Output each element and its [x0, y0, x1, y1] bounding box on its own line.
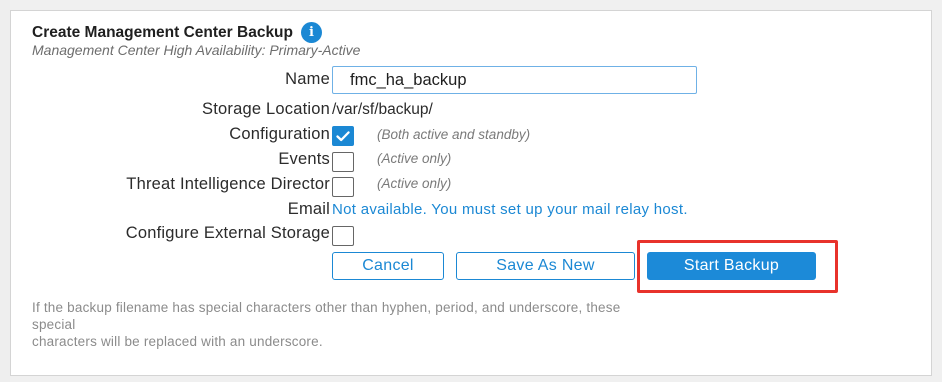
tid-label: Threat Intelligence Director — [126, 175, 330, 193]
name-input[interactable] — [332, 66, 697, 94]
save-as-new-button[interactable]: Save As New — [456, 252, 635, 280]
configuration-checkbox[interactable] — [332, 126, 354, 146]
name-label: Name — [285, 70, 330, 88]
events-label: Events — [278, 150, 330, 168]
email-label: Email — [287, 200, 330, 218]
page-subtitle: Management Center High Availability: Pri… — [32, 42, 361, 58]
cancel-button[interactable]: Cancel — [332, 252, 444, 280]
tid-hint: (Active only) — [377, 176, 452, 191]
page-gutter — [0, 0, 10, 382]
checkmark-icon — [336, 130, 350, 141]
events-checkbox[interactable] — [332, 152, 354, 172]
storage-location-label: Storage Location — [202, 100, 330, 118]
info-icon[interactable]: i — [301, 22, 322, 43]
filename-footnote: If the backup filename has special chara… — [32, 299, 832, 350]
external-storage-label: Configure External Storage — [125, 224, 330, 242]
footnote-line-2: special — [32, 317, 76, 332]
footnote-line-1: If the backup filename has special chara… — [32, 300, 621, 315]
configuration-label: Configuration — [229, 125, 330, 143]
configuration-hint: (Both active and standby) — [377, 127, 531, 142]
footnote-line-3: characters will be replaced with an unde… — [32, 334, 323, 349]
events-hint: (Active only) — [377, 151, 452, 166]
start-backup-highlight — [637, 240, 838, 293]
email-relay-link[interactable]: Not available. You must set up your mail… — [332, 201, 688, 218]
page-title: Create Management Center Backup i — [32, 22, 322, 43]
external-storage-checkbox[interactable] — [332, 226, 354, 246]
storage-location-value: /var/sf/backup/ — [332, 101, 433, 118]
page-title-text: Create Management Center Backup — [32, 23, 293, 41]
tid-checkbox[interactable] — [332, 177, 354, 197]
